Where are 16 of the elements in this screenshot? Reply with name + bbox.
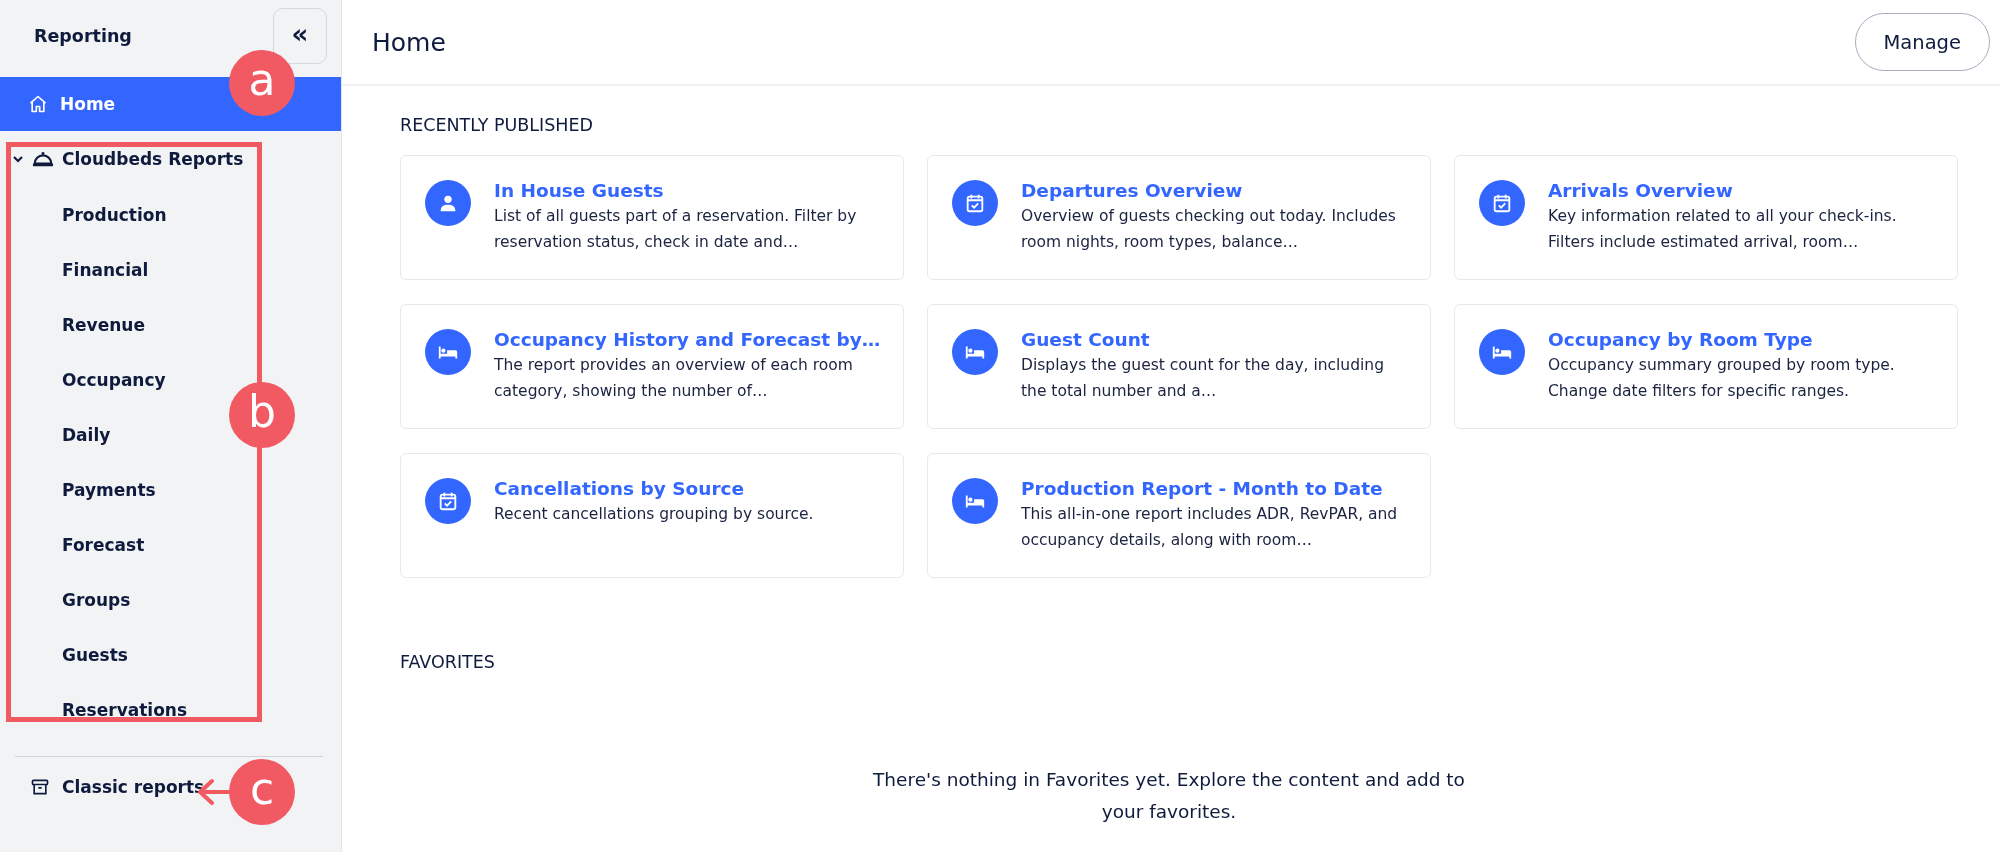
report-description: Displays the guest count for the day, including the total number and a… bbox=[1021, 355, 1385, 402]
section-heading: FAVORITES bbox=[400, 652, 496, 672]
report-description: Overview of guests checking out today. Includes room nights, room types, balance… bbox=[1021, 206, 1397, 253]
nav-group-label: Cloudbeds Reports bbox=[62, 149, 244, 169]
section-heading: RECENTLY PUBLISHED bbox=[400, 115, 595, 135]
nav-item-label: Classic reports bbox=[62, 776, 205, 797]
nav-item-label: Home bbox=[60, 94, 116, 114]
report-description: Occupancy summary grouped by room type. Change date filters for specific ranges. bbox=[1548, 355, 1896, 402]
page-title: Home bbox=[372, 27, 446, 57]
report-description: This all-in-one report includes ADR, RevPAR, and occupancy details, along with room… bbox=[1021, 504, 1399, 551]
report-description: Recent cancellations grouping by source. bbox=[494, 504, 815, 525]
report-description: Key information related to all your check-ins. Filters include estimated arrival, room… bbox=[1548, 206, 1898, 253]
sidebar-title: Reporting bbox=[34, 26, 132, 46]
empty-message: There's nothing in Favorites yet. Explore the content and add to your favorites. bbox=[872, 768, 1466, 824]
report-description: List of all guests part of a reservation. Filter by reservation status, check in date and… bbox=[494, 206, 858, 253]
report-description: The report provides an overview of each room category, showing the number of… bbox=[494, 355, 854, 402]
